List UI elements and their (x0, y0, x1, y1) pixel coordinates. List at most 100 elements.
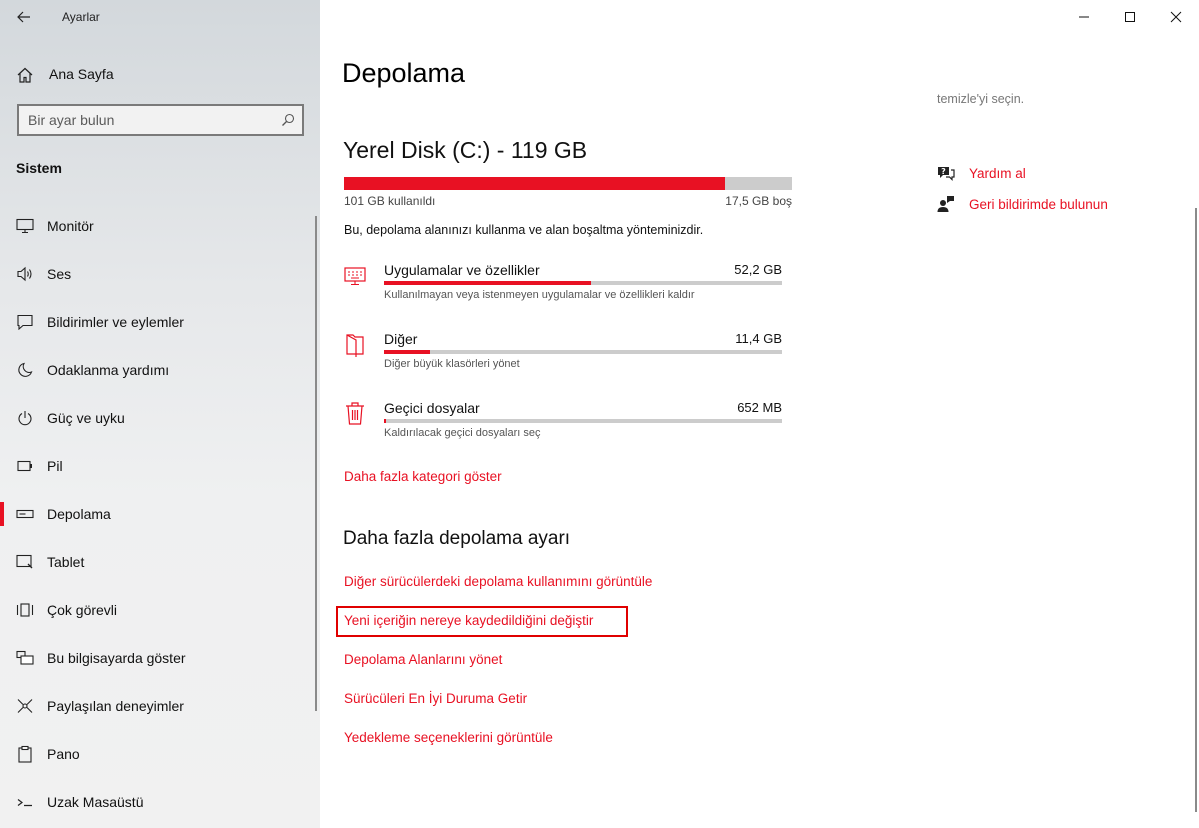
sidebar-item-notifications[interactable]: Bildirimler ve eylemler (0, 298, 316, 346)
right-panel-text: temizle'yi seçin. (937, 92, 1025, 106)
sidebar-item-multitasking[interactable]: Çok görevli (0, 586, 316, 634)
category-usage-bar (384, 350, 782, 354)
help-chat-icon: ? (937, 164, 955, 182)
sound-icon (16, 265, 34, 283)
shared-experiences-icon (16, 697, 34, 715)
battery-icon (16, 457, 34, 475)
page-title: Depolama (342, 58, 466, 88)
sidebar-item-remote-desktop[interactable]: Uzak Masaüstü (0, 778, 316, 826)
give-feedback-label: Geri bildirimde bulunun (969, 196, 1108, 212)
category-usage-fill (384, 350, 430, 354)
sidebar-item-focus-assist[interactable]: Odaklanma yardımı (0, 346, 316, 394)
show-more-categories-link[interactable]: Daha fazla kategori göster (344, 469, 502, 484)
search-icon[interactable] (274, 106, 302, 134)
minimize-button[interactable] (1061, 0, 1107, 34)
sidebar-nav: Monitör Ses Bildirimler ve eylemler Odak… (0, 202, 320, 826)
storage-description: Bu, depolama alanınızı kullanma ve alan … (344, 223, 704, 237)
close-icon (1170, 11, 1182, 23)
disk-usage-bar (344, 177, 792, 190)
category-size: 11,4 GB (735, 331, 782, 346)
sidebar-item-battery[interactable]: Pil (0, 442, 316, 490)
category-name: Geçici dosyalar (384, 400, 480, 416)
main-scrollbar[interactable] (1195, 208, 1197, 812)
search-input[interactable]: Bir ayar bulun (19, 112, 274, 128)
notifications-icon (16, 313, 34, 331)
backup-options-link[interactable]: Yedekleme seçeneklerini görüntüle (344, 730, 553, 745)
main-content: Depolama Yerel Disk (C:) - 119 GB 101 GB… (320, 0, 1199, 828)
monitor-icon (16, 217, 34, 235)
disk-usage-fill (344, 177, 725, 190)
back-button[interactable] (8, 3, 40, 31)
manage-storage-spaces-link[interactable]: Depolama Alanlarını yönet (344, 652, 502, 667)
sidebar-item-shared-experiences[interactable]: Paylaşılan deneyimler (0, 682, 316, 730)
remote-desktop-icon (16, 793, 34, 811)
moon-icon (16, 361, 34, 379)
disk-title: Yerel Disk (C:) - 119 GB (343, 137, 588, 163)
clipboard-icon (16, 745, 34, 763)
view-other-drives-link[interactable]: Diğer sürücülerdeki depolama kullanımını… (344, 574, 652, 589)
change-save-location-link[interactable]: Yeni içeriğin nereye kaydedildiğini deği… (344, 613, 593, 628)
sidebar-item-label: Pil (47, 458, 63, 474)
maximize-icon (1125, 12, 1135, 22)
app-title: Ayarlar (62, 10, 100, 24)
back-arrow-icon (17, 11, 30, 23)
more-storage-settings-heading: Daha fazla depolama ayarı (343, 528, 571, 549)
category-usage-bar (384, 281, 782, 285)
category-usage-fill (384, 419, 387, 423)
close-button[interactable] (1153, 0, 1199, 34)
svg-text:?: ? (941, 167, 946, 176)
get-help-label: Yardım al (969, 165, 1026, 181)
selection-indicator (0, 502, 4, 526)
category-size: 52,2 GB (734, 262, 782, 277)
sidebar-item-power[interactable]: Güç ve uyku (0, 394, 316, 442)
category-temp-files[interactable]: Geçici dosyalar 652 MB Kaldırılacak geçi… (344, 400, 784, 456)
give-feedback-link[interactable]: Geri bildirimde bulunun (937, 195, 1108, 213)
storage-icon (16, 505, 34, 523)
category-description: Diğer büyük klasörleri yönet (384, 358, 520, 370)
sidebar-item-label: Çok görevli (47, 602, 118, 618)
sidebar-item-projecting[interactable]: Bu bilgisayarda göster (0, 634, 316, 682)
category-description: Kullanılmayan veya istenmeyen uygulamala… (384, 289, 695, 301)
feedback-icon (937, 195, 955, 213)
apps-icon (344, 267, 366, 286)
sidebar-item-label: Odaklanma yardımı (47, 362, 170, 378)
sidebar-item-label: Pano (47, 746, 80, 762)
home-label: Ana Sayfa (49, 66, 114, 82)
settings-search-box[interactable]: Bir ayar bulun (17, 104, 304, 136)
sidebar-item-label: Paylaşılan deneyimler (47, 698, 184, 714)
sidebar-item-label: Tablet (47, 554, 85, 570)
sidebar-item-label: Uzak Masaüstü (47, 794, 144, 810)
category-size: 652 MB (737, 400, 782, 415)
disk-free-label: 17,5 GB boş (725, 194, 792, 208)
section-title: Sistem (16, 160, 62, 176)
category-usage-fill (384, 281, 591, 285)
home-icon (17, 67, 33, 83)
minimize-icon (1079, 16, 1089, 18)
category-apps[interactable]: Uygulamalar ve özellikler 52,2 GB Kullan… (344, 262, 784, 318)
window-controls (1061, 0, 1199, 34)
sidebar-scrollbar[interactable] (315, 216, 317, 711)
sidebar: Ayarlar Ana Sayfa Bir ayar bulun Sistem … (0, 0, 320, 828)
sidebar-item-storage[interactable]: Depolama (0, 490, 316, 538)
sidebar-item-monitor[interactable]: Monitör (0, 202, 316, 250)
projecting-icon (16, 649, 34, 667)
title-bar: Ayarlar (0, 0, 320, 34)
home-nav-item[interactable]: Ana Sayfa (0, 56, 320, 92)
sidebar-item-label: Ses (47, 266, 72, 282)
category-usage-bar (384, 419, 782, 423)
category-description: Kaldırılacak geçici dosyaları seç (384, 427, 541, 439)
sidebar-item-sound[interactable]: Ses (0, 250, 316, 298)
sidebar-item-tablet[interactable]: Tablet (0, 538, 316, 586)
sidebar-item-label: Depolama (47, 506, 111, 522)
multitasking-icon (16, 601, 34, 619)
maximize-button[interactable] (1107, 0, 1153, 34)
category-name: Uygulamalar ve özellikler (384, 262, 540, 278)
other-folder-icon (346, 334, 364, 357)
sidebar-item-clipboard[interactable]: Pano (0, 730, 316, 778)
category-other[interactable]: Diğer 11,4 GB Diğer büyük klasörleri yön… (344, 331, 784, 387)
get-help-link[interactable]: ? Yardım al (937, 164, 1026, 182)
category-name: Diğer (384, 331, 418, 347)
optimize-drives-link[interactable]: Sürücüleri En İyi Duruma Getir (344, 691, 527, 706)
sidebar-item-label: Bildirimler ve eylemler (47, 314, 184, 330)
sidebar-item-label: Güç ve uyku (47, 410, 125, 426)
